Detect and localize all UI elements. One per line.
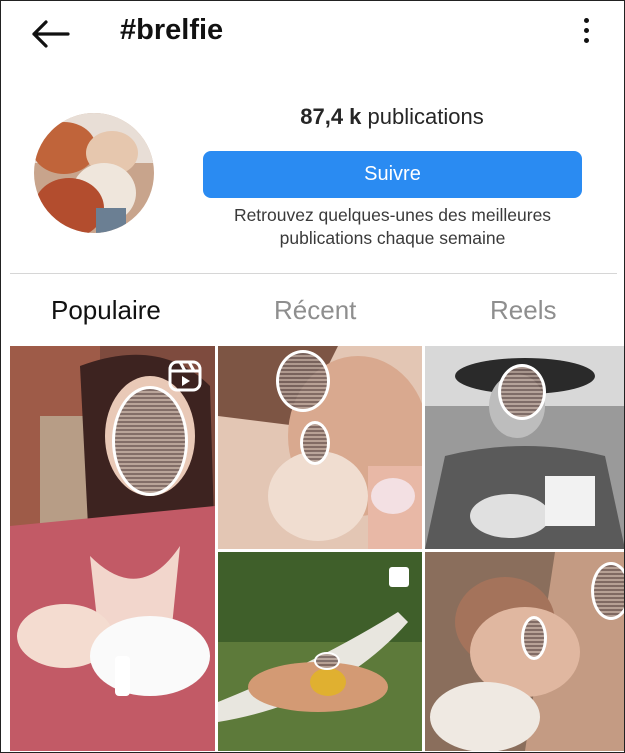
tab-reels[interactable]: Reels xyxy=(490,295,556,326)
hashtag-tagline: Retrouvez quelques-unes des meilleures p… xyxy=(233,205,552,248)
grid-post[interactable] xyxy=(425,552,625,751)
divider xyxy=(10,273,617,274)
face-blur-overlay xyxy=(591,562,625,620)
face-blur-overlay xyxy=(314,652,340,670)
publication-count-label: publications xyxy=(367,104,484,129)
face-blur-overlay xyxy=(300,421,330,465)
follow-button[interactable]: Suivre xyxy=(203,151,582,198)
face-blur-overlay xyxy=(498,364,546,420)
grid-post-reel[interactable] xyxy=(10,346,215,751)
back-arrow-icon[interactable] xyxy=(30,18,70,50)
publication-count: 87,4 k publications xyxy=(203,104,581,130)
post-image xyxy=(10,346,215,751)
grid-post[interactable] xyxy=(218,552,422,751)
reels-icon xyxy=(168,360,202,392)
face-blur-overlay xyxy=(521,616,547,660)
more-vertical-icon[interactable] xyxy=(581,18,591,48)
face-blur-overlay xyxy=(276,350,330,412)
multi-photo-icon xyxy=(389,567,409,587)
publication-count-number: 87,4 k xyxy=(300,104,362,129)
tab-recent[interactable]: Récent xyxy=(274,295,356,326)
tab-populaire[interactable]: Populaire xyxy=(51,295,161,326)
hashtag-avatar xyxy=(34,113,154,233)
grid-post[interactable] xyxy=(218,346,422,549)
face-blur-overlay xyxy=(112,386,188,496)
top-bar: #brelfie xyxy=(0,0,625,64)
page-title: #brelfie xyxy=(120,14,224,46)
grid-post[interactable] xyxy=(425,346,625,549)
